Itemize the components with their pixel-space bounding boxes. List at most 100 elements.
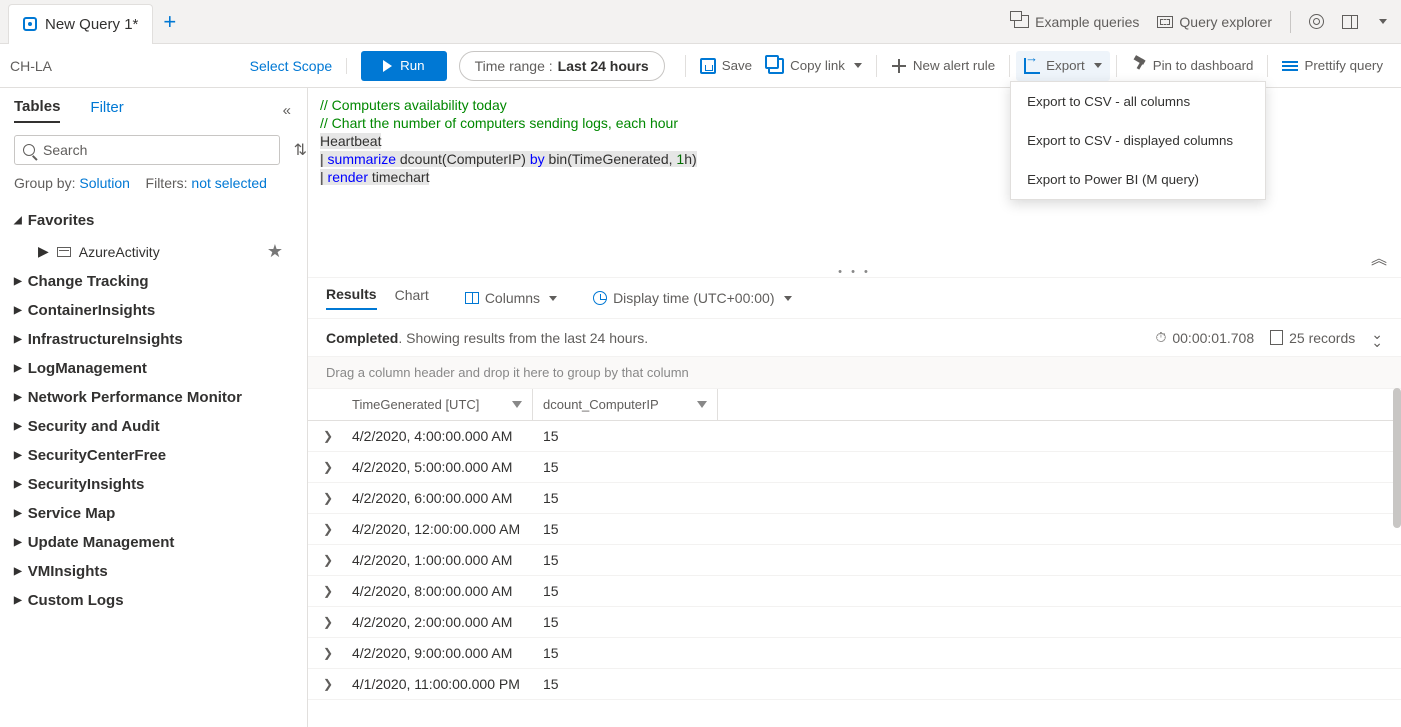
sidebar-category[interactable]: ▶Update Management [14,528,307,557]
expand-row-icon[interactable]: ❯ [308,429,348,443]
sidebar-category[interactable]: ▶Network Performance Monitor [14,383,307,412]
table-row[interactable]: ❯4/2/2020, 1:00:00.000 AM15 [308,545,1401,576]
collapse-sidebar-button[interactable]: « [283,102,291,119]
column-header-dcount[interactable]: dcount_ComputerIP [533,389,718,420]
favorites-category[interactable]: ◢ Favorites [14,205,307,236]
sidebar-tabs: Tables Filter « [14,98,307,123]
sidebar-category[interactable]: ▶Security and Audit [14,412,307,441]
export-csv-displayed-item[interactable]: Export to CSV - displayed columns [1011,121,1265,160]
table-header: TimeGenerated [UTC] dcount_ComputerIP [308,389,1401,421]
sidebar-category[interactable]: ▶Custom Logs [14,586,307,615]
time-range-picker[interactable]: Time range : Last 24 hours [459,51,665,81]
query-tab[interactable]: New Query 1* [8,4,153,44]
copy-link-label: Copy link [790,58,845,73]
export-button[interactable]: Export Export to CSV - all columns Expor… [1016,51,1110,81]
sidebar-category[interactable]: ▶VMInsights [14,557,307,586]
table-body: ❯4/2/2020, 4:00:00.000 AM15❯4/2/2020, 5:… [308,421,1401,700]
display-time-button[interactable]: Display time (UTC+00:00) [593,290,791,306]
sidebar-category-label: Custom Logs [28,592,124,609]
query-explorer-icon [1157,16,1173,28]
tab-chart[interactable]: Chart [395,287,429,309]
expand-results-icon[interactable]: ⌄⌄ [1371,330,1383,346]
table-row[interactable]: ❯4/2/2020, 4:00:00.000 AM15 [308,421,1401,452]
group-hint[interactable]: Drag a column header and drop it here to… [308,357,1401,389]
expand-row-icon[interactable]: ❯ [308,615,348,629]
export-csv-all-item[interactable]: Export to CSV - all columns [1011,82,1265,121]
expand-row-icon[interactable]: ❯ [308,584,348,598]
settings-gear-icon[interactable] [1309,14,1324,29]
tab-filter[interactable]: Filter [90,99,123,122]
sidebar-category[interactable]: ▶LogManagement [14,354,307,383]
tab-tables[interactable]: Tables [14,98,60,123]
sidebar-category[interactable]: ▶Change Tracking [14,267,307,296]
sidebar-category-label: Change Tracking [28,273,149,290]
clock-icon [593,291,607,305]
table-row[interactable]: ❯4/2/2020, 12:00:00.000 AM15 [308,514,1401,545]
table-row[interactable]: ❯4/2/2020, 5:00:00.000 AM15 [308,452,1401,483]
expand-row-icon[interactable]: ❯ [308,522,348,536]
export-icon [1024,58,1040,74]
query-tab-title: New Query 1* [45,16,138,33]
workspace-name: CH-LA [10,58,52,74]
stopwatch-icon: ⏱ [1155,329,1166,346]
favorite-item[interactable]: ▶ AzureActivity ★ [14,236,307,267]
sidebar-category-label: ContainerInsights [28,302,156,319]
expand-row-icon[interactable]: ❯ [308,491,348,505]
export-dropdown-menu: Export to CSV - all columns Export to CS… [1010,81,1266,200]
expand-row-icon[interactable]: ❯ [308,677,348,691]
run-button[interactable]: Run [361,51,446,81]
export-power-bi-item[interactable]: Export to Power BI (M query) [1011,160,1265,199]
query-text: bin(TimeGenerated, [545,151,677,167]
sidebar-category[interactable]: ▶SecurityInsights [14,470,307,499]
more-chevron-icon[interactable] [1379,19,1387,24]
expand-row-icon[interactable]: ❯ [308,553,348,567]
status-text: . Showing results from the last 24 hours… [398,330,648,346]
tab-results[interactable]: Results [326,286,377,310]
sidebar-category[interactable]: ▶Service Map [14,499,307,528]
table-row[interactable]: ❯4/2/2020, 6:00:00.000 AM15 [308,483,1401,514]
filter-icon[interactable] [697,401,707,408]
separator [685,55,686,77]
sidebar-category[interactable]: ▶SecurityCenterFree [14,441,307,470]
save-button[interactable]: Save [692,51,760,81]
filter-icon[interactable] [512,401,522,408]
table-row[interactable]: ❯4/2/2020, 9:00:00.000 AM15 [308,638,1401,669]
play-icon [383,60,392,72]
example-queries-button[interactable]: Example queries [1014,14,1139,30]
favorites-label: Favorites [28,212,95,229]
status-completed: Completed [326,330,398,346]
cell-dcount: 15 [533,545,718,575]
column-header-timegenerated[interactable]: TimeGenerated [UTC] [348,389,533,420]
collapse-editor-icon[interactable]: ︽ [1371,251,1387,269]
pin-dashboard-button[interactable]: Pin to dashboard [1123,51,1262,81]
table-row[interactable]: ❯4/2/2020, 8:00:00.000 AM15 [308,576,1401,607]
groupby-value[interactable]: Solution [79,175,130,191]
expand-row-icon[interactable]: ❯ [308,646,348,660]
drag-handle-icon[interactable]: • • • [838,263,871,281]
sidebar-category-label: Service Map [28,505,116,522]
cell-dcount: 15 [533,576,718,606]
sidebar-search-input[interactable] [41,141,271,159]
expand-row-icon[interactable]: ❯ [308,460,348,474]
sidebar-category[interactable]: ▶ContainerInsights [14,296,307,325]
caret-right-icon: ▶ [14,537,22,548]
sidebar-category[interactable]: ▶InfrastructureInsights [14,325,307,354]
vertical-scrollbar[interactable] [1393,388,1401,528]
query-tab-icon [23,17,37,31]
new-alert-rule-button[interactable]: New alert rule [883,51,1003,81]
new-tab-button[interactable]: + [163,9,176,35]
table-row[interactable]: ❯4/1/2020, 11:00:00.000 PM15 [308,669,1401,700]
cell-timegenerated: 4/2/2020, 4:00:00.000 AM [348,421,533,451]
select-scope-button[interactable]: Select Scope [250,58,348,74]
panel-toggle-icon[interactable] [1342,15,1358,29]
query-text: timechart [368,169,429,185]
expand-collapse-icon[interactable]: ⇅ [294,140,307,160]
prettify-button[interactable]: Prettify query [1274,51,1391,81]
filters-value[interactable]: not selected [191,175,267,191]
star-icon[interactable]: ★ [267,241,283,262]
table-row[interactable]: ❯4/2/2020, 2:00:00.000 AM15 [308,607,1401,638]
sidebar-search-box[interactable] [14,135,280,165]
copy-link-button[interactable]: Copy link [760,51,870,81]
query-explorer-button[interactable]: Query explorer [1157,14,1272,30]
columns-button[interactable]: Columns [465,290,557,306]
